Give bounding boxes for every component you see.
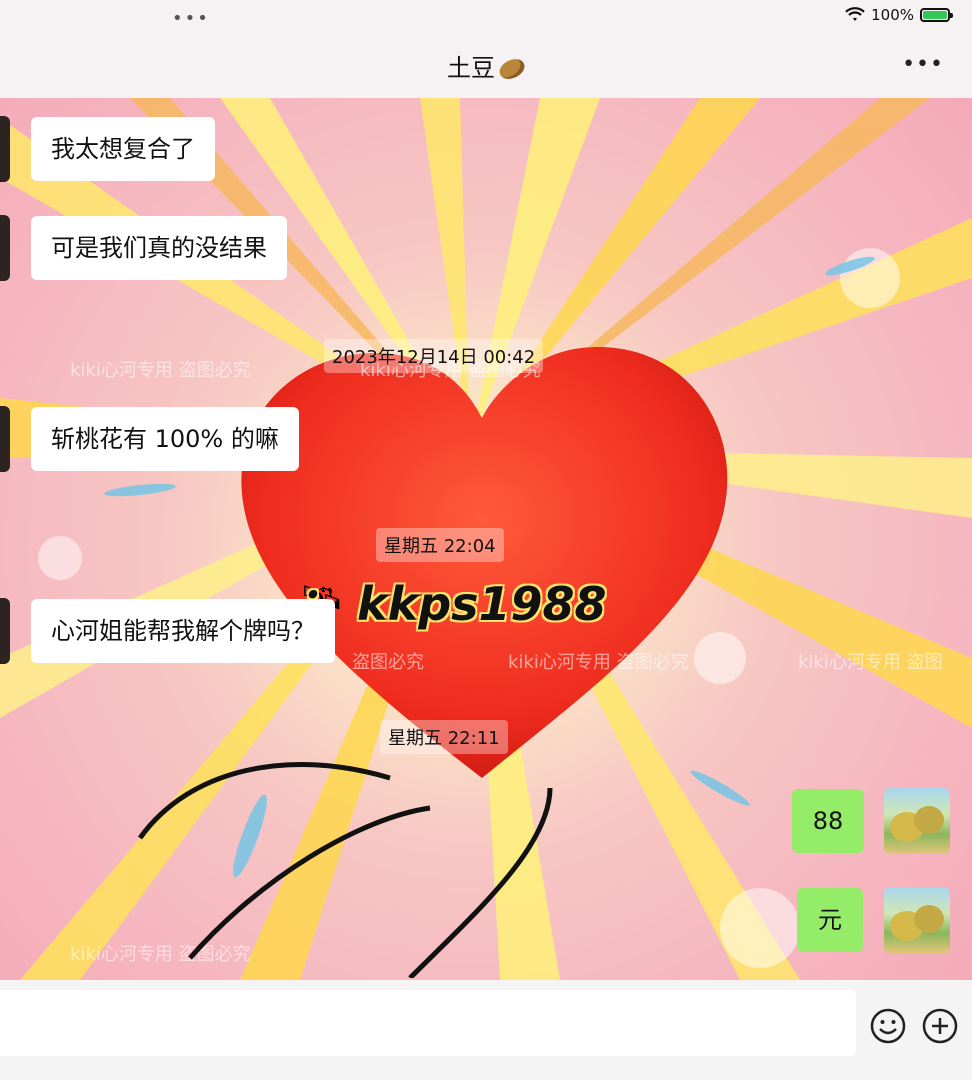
- heart-handle: kkps1988: [357, 577, 607, 631]
- status-bar: ••• 100%: [0, 0, 972, 34]
- input-bar: [0, 980, 972, 1080]
- more-icon[interactable]: •••: [902, 52, 944, 77]
- contact-avatar[interactable]: [0, 116, 10, 182]
- watermark: kiki心河专用 盗图必究: [70, 360, 251, 381]
- timestamp: 星期五 22:11: [380, 720, 508, 754]
- message-input[interactable]: [0, 990, 856, 1056]
- status-indicators: 100%: [845, 6, 953, 24]
- chat-header: 土豆 •••: [0, 34, 972, 99]
- chat-title-text: 土豆: [447, 54, 495, 82]
- potato-emoji-icon: [496, 55, 528, 83]
- message-bubble-left[interactable]: 我太想复合了: [31, 117, 215, 181]
- user-avatar[interactable]: [884, 788, 950, 854]
- wifi-icon: [845, 7, 865, 21]
- message-bubble-left[interactable]: 心河姐能帮我解个牌吗？: [31, 599, 335, 663]
- scribble-lines: [137, 762, 553, 978]
- contact-avatar[interactable]: [0, 598, 10, 664]
- message-bubble-left[interactable]: 斩桃花有 100% 的嘛: [31, 407, 299, 471]
- contact-avatar[interactable]: [0, 215, 10, 281]
- contact-avatar[interactable]: [0, 406, 10, 472]
- timestamp: 星期五 22:04: [376, 528, 504, 562]
- watermark: kiki心河专用 盗图: [798, 652, 943, 673]
- message-bubble-right[interactable]: 88: [792, 789, 864, 853]
- chat-title: 土豆: [0, 48, 972, 83]
- watermark: 盗图必究: [352, 652, 424, 673]
- heart-contact-text: ： kkps1988: [295, 568, 607, 634]
- user-avatar[interactable]: [884, 887, 950, 953]
- chat-background: 🛰 ： kkps1988 kiki心河专用 盗图必究 kiki心河专用 盗图必究…: [0, 98, 972, 980]
- message-bubble-right[interactable]: 元: [797, 888, 863, 952]
- add-icon[interactable]: [922, 1008, 958, 1044]
- battery-percentage: 100%: [871, 6, 914, 24]
- timestamp: 2023年12月14日 00:42: [324, 339, 544, 373]
- battery-icon: [920, 8, 953, 22]
- emoji-icon[interactable]: [870, 1008, 906, 1044]
- multitask-dots-icon[interactable]: •••: [172, 8, 210, 29]
- watermark: kiki心河专用 盗图必究: [508, 652, 689, 673]
- message-bubble-left[interactable]: 可是我们真的没结果: [31, 216, 287, 280]
